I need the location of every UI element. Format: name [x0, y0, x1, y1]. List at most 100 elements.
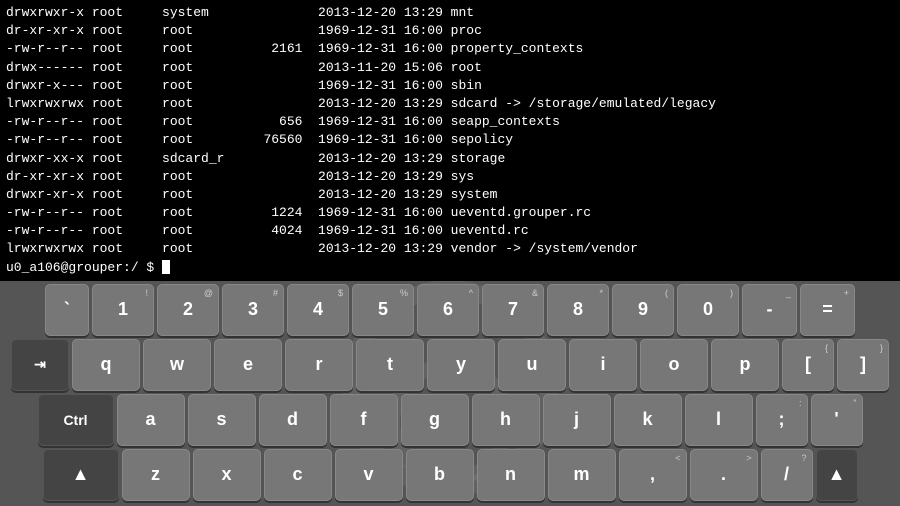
key-label-d: d — [287, 409, 298, 430]
keyboard-row-4: ▲zxcvbnm,<.>/?▲ — [2, 449, 898, 501]
key-label-backtick: ` — [64, 299, 70, 320]
key-label-shift-right: ▲ — [828, 464, 846, 485]
key-comma[interactable]: ,< — [619, 449, 687, 501]
keyboard: `1!2@3#4$5%6^7&8*9(0)-_=+ ⇥qwertyuiop[{]… — [0, 281, 900, 506]
key-label-u: u — [527, 354, 538, 375]
key-label-j: j — [574, 409, 579, 430]
key-label-k: k — [642, 409, 652, 430]
key-k[interactable]: k — [614, 394, 682, 446]
key-label-s: s — [216, 409, 226, 430]
key-label-7: 7 — [508, 299, 518, 320]
key-sub-0: ) — [730, 288, 733, 298]
key-label-r: r — [315, 354, 322, 375]
key-label-t: t — [387, 354, 393, 375]
key-label-g: g — [429, 409, 440, 430]
keyboard-row-1: `1!2@3#4$5%6^7&8*9(0)-_=+ — [2, 284, 898, 336]
key-label-i: i — [600, 354, 605, 375]
key-o[interactable]: o — [640, 339, 708, 391]
key-label-m: m — [573, 464, 589, 485]
key-y[interactable]: y — [427, 339, 495, 391]
key-g[interactable]: g — [401, 394, 469, 446]
key-sub-7: & — [532, 288, 538, 298]
key-4[interactable]: 4$ — [287, 284, 349, 336]
key-label-8: 8 — [573, 299, 583, 320]
key-n[interactable]: n — [477, 449, 545, 501]
key-sub-equals: + — [844, 288, 849, 298]
key-5[interactable]: 5% — [352, 284, 414, 336]
key-sub-period: > — [746, 453, 751, 463]
key-sub-5: % — [400, 288, 408, 298]
key-rbracket[interactable]: ]} — [837, 339, 889, 391]
keyboard-row-3: Ctrl a s d f g h j k l;:'" — [2, 394, 898, 446]
key-8[interactable]: 8* — [547, 284, 609, 336]
key-h[interactable]: h — [472, 394, 540, 446]
key-s[interactable]: s — [188, 394, 256, 446]
key-lbracket[interactable]: [{ — [782, 339, 834, 391]
key-shift[interactable]: ▲ — [43, 449, 119, 501]
key-label-v: v — [363, 464, 373, 485]
key-label-ctrl: Ctrl — [63, 412, 87, 428]
key-3[interactable]: 3# — [222, 284, 284, 336]
key-shift-right[interactable]: ▲ — [816, 449, 858, 501]
key-z[interactable]: z — [122, 449, 190, 501]
key-w[interactable]: w — [143, 339, 211, 391]
key-label-9: 9 — [638, 299, 648, 320]
key-x[interactable]: x — [193, 449, 261, 501]
key-9[interactable]: 9( — [612, 284, 674, 336]
key-label-3: 3 — [248, 299, 258, 320]
key-sub-slash: ? — [801, 453, 806, 463]
key-c[interactable]: c — [264, 449, 332, 501]
key-label-q: q — [101, 354, 112, 375]
key-2[interactable]: 2@ — [157, 284, 219, 336]
key-e[interactable]: e — [214, 339, 282, 391]
key-label-a: a — [145, 409, 155, 430]
key-sub-quote: " — [853, 398, 856, 408]
key-label-slash: / — [784, 464, 789, 485]
key-equals[interactable]: =+ — [800, 284, 855, 336]
key-j[interactable]: j — [543, 394, 611, 446]
key-v[interactable]: v — [335, 449, 403, 501]
key-q[interactable]: q — [72, 339, 140, 391]
key-b[interactable]: b — [406, 449, 474, 501]
key-label-p: p — [740, 354, 751, 375]
key-label-n: n — [505, 464, 516, 485]
key-sub-comma: < — [675, 453, 680, 463]
key-i[interactable]: i — [569, 339, 637, 391]
key-p[interactable]: p — [711, 339, 779, 391]
key-sub-semicolon: : — [799, 398, 802, 408]
key-tab[interactable]: ⇥ — [11, 339, 69, 391]
key-1[interactable]: 1! — [92, 284, 154, 336]
key-label-o: o — [669, 354, 680, 375]
keyboard-row-2: ⇥ q w e r t y u i o p [{]} — [2, 339, 898, 391]
key-label-e: e — [243, 354, 253, 375]
key-label-rbracket: ] — [860, 354, 866, 375]
key-quote[interactable]: '" — [811, 394, 863, 446]
key-label-f: f — [361, 409, 367, 430]
key-u[interactable]: u — [498, 339, 566, 391]
key-sub-9: ( — [665, 288, 668, 298]
key-period[interactable]: .> — [690, 449, 758, 501]
key-label-period: . — [721, 464, 726, 485]
key-m[interactable]: m — [548, 449, 616, 501]
key-ctrl[interactable]: Ctrl — [38, 394, 114, 446]
key-label-c: c — [292, 464, 302, 485]
key-semicolon[interactable]: ;: — [756, 394, 808, 446]
key-backtick[interactable]: ` — [45, 284, 89, 336]
key-label-h: h — [500, 409, 511, 430]
key-minus[interactable]: -_ — [742, 284, 797, 336]
key-t[interactable]: t — [356, 339, 424, 391]
key-label-1: 1 — [118, 299, 128, 320]
key-f[interactable]: f — [330, 394, 398, 446]
key-sub-1: ! — [145, 288, 148, 298]
key-0[interactable]: 0) — [677, 284, 739, 336]
key-d[interactable]: d — [259, 394, 327, 446]
key-6[interactable]: 6^ — [417, 284, 479, 336]
key-sub-6: ^ — [469, 288, 473, 298]
key-label-6: 6 — [443, 299, 453, 320]
key-7[interactable]: 7& — [482, 284, 544, 336]
key-a[interactable]: a — [117, 394, 185, 446]
key-r[interactable]: r — [285, 339, 353, 391]
key-label-w: w — [170, 354, 184, 375]
key-l[interactable]: l — [685, 394, 753, 446]
key-slash[interactable]: /? — [761, 449, 813, 501]
